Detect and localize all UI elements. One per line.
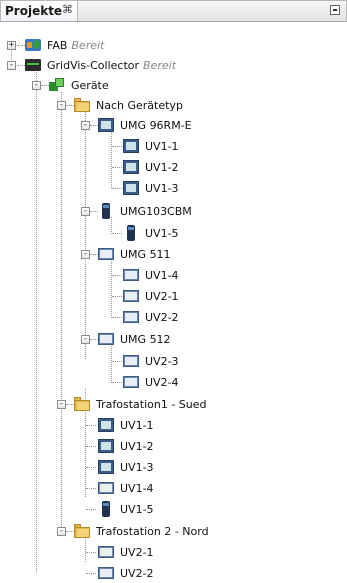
tree-node-label: UV1-1	[120, 418, 154, 432]
tree-node-device[interactable]: UV1-5	[97, 499, 154, 519]
tree-node-label: UV2-2	[145, 310, 179, 324]
tree-node-label: UV2-2	[120, 566, 154, 580]
tree-node-device[interactable]: UV1-4	[97, 478, 154, 498]
umg103-icon	[97, 500, 115, 518]
umg511-icon	[97, 543, 115, 561]
tree-node-label: UV2-3	[145, 354, 179, 368]
tree-node-label: UV1-3	[120, 460, 154, 474]
tree-node-label: UMG 96RM-E	[120, 118, 192, 132]
collapse-umg103cbm[interactable]: -	[81, 207, 90, 216]
tree-node-device[interactable]: UV1-2	[122, 157, 179, 177]
tree-node-trafostation1-sued[interactable]: Trafostation1 - Sued	[73, 394, 207, 414]
tree-node-device[interactable]: UV1-4	[122, 265, 179, 285]
collapse-gridvis-collector[interactable]: -	[7, 61, 16, 70]
collapse-trafostation2[interactable]: -	[57, 527, 66, 536]
umg511-icon	[122, 373, 140, 391]
tree-node-umg511[interactable]: UMG 511	[97, 244, 171, 264]
tree-node-label: UV2-1	[145, 289, 179, 303]
collapse-geraete[interactable]: -	[32, 81, 41, 90]
tree-node-label: Trafostation 2 - Nord	[96, 524, 209, 538]
tab-projekte[interactable]: Projekte ⌘	[1, 1, 78, 21]
tree-node-device[interactable]: UV2-2	[97, 563, 154, 583]
umg96-icon	[97, 416, 115, 434]
tree-node-label: UMG103CBM	[120, 204, 192, 218]
umg103-icon	[122, 224, 140, 242]
panel-header: Projekte ⌘	[0, 0, 347, 22]
tree-node-device[interactable]: UV2-4	[122, 372, 179, 392]
tree-node-label: UV1-1	[145, 139, 179, 153]
collector-icon	[24, 56, 42, 74]
tree-node-label: Nach Gerätetyp	[96, 98, 183, 112]
tree-node-device[interactable]: UV1-3	[97, 457, 154, 477]
tree-node-label: UV2-4	[145, 375, 179, 389]
tree-node-label: UV1-4	[145, 268, 179, 282]
tree-node-device[interactable]: UV1-2	[97, 436, 154, 456]
collapse-umg512[interactable]: -	[81, 335, 90, 344]
folder-icon	[73, 522, 91, 540]
umg103-icon	[97, 202, 115, 220]
tree-node-label: FAB	[47, 38, 68, 52]
expand-fab[interactable]: +	[7, 41, 16, 50]
tree-node-device[interactable]: UV2-1	[122, 286, 179, 306]
tree-node-device[interactable]: UV1-5	[122, 223, 179, 243]
tree-node-label: UV2-1	[120, 545, 154, 559]
tree-node-label: Trafostation1 - Sued	[96, 397, 207, 411]
project-tree: + - - - - - - - - - FAB Bereit GridVis-C…	[0, 21, 347, 580]
tree-node-device[interactable]: UV2-3	[122, 351, 179, 371]
tree-node-label: UV1-5	[120, 502, 154, 516]
tree-node-label: GridVis-Collector	[47, 58, 140, 72]
folder-icon	[73, 96, 91, 114]
umg511-icon	[122, 308, 140, 326]
collapse-trafostation1[interactable]: -	[57, 400, 66, 409]
minimize-icon[interactable]	[330, 5, 340, 15]
umg96-icon	[97, 116, 115, 134]
tree-node-device[interactable]: UV2-1	[97, 542, 154, 562]
umg511-icon	[122, 352, 140, 370]
tree-node-fab[interactable]: FAB Bereit	[24, 35, 104, 55]
collapse-umg96rme[interactable]: -	[81, 121, 90, 130]
tree-node-trafostation2-nord[interactable]: Trafostation 2 - Nord	[73, 521, 209, 541]
tree-node-label: UMG 511	[120, 247, 171, 261]
tree-node-device[interactable]: UV2-2	[122, 307, 179, 327]
close-icon[interactable]: ⌘	[62, 3, 73, 16]
project-icon	[24, 36, 42, 54]
tree-node-gridvis-collector[interactable]: GridVis-Collector Bereit	[24, 55, 176, 75]
tree-node-umg96rme[interactable]: UMG 96RM-E	[97, 115, 192, 135]
tree-node-label: UV1-3	[145, 181, 179, 195]
status-text: Bereit	[143, 58, 177, 72]
tree-node-label: UV1-5	[145, 226, 179, 240]
umg511-icon	[122, 266, 140, 284]
umg96-icon	[122, 179, 140, 197]
umg511-icon	[97, 330, 115, 348]
tree-node-nach-geraetetyp[interactable]: Nach Gerätetyp	[73, 95, 183, 115]
umg511-icon	[97, 245, 115, 263]
devices-icon	[48, 76, 66, 94]
tree-node-device[interactable]: UV1-1	[122, 136, 179, 156]
tree-node-label: UV1-2	[145, 160, 179, 174]
folder-icon	[73, 395, 91, 413]
tree-node-label: Geräte	[71, 78, 109, 92]
tree-node-geraete[interactable]: Geräte	[48, 75, 109, 95]
umg511-icon	[97, 479, 115, 497]
status-text: Bereit	[71, 38, 105, 52]
collapse-umg511[interactable]: -	[81, 250, 90, 259]
tree-node-umg103cbm[interactable]: UMG103CBM	[97, 201, 192, 221]
tree-node-label: UV1-2	[120, 439, 154, 453]
umg96-icon	[122, 158, 140, 176]
tree-node-label: UMG 512	[120, 332, 171, 346]
panel-title: Projekte	[5, 4, 63, 18]
umg511-icon	[122, 287, 140, 305]
umg96-icon	[122, 137, 140, 155]
tree-node-umg512[interactable]: UMG 512	[97, 329, 171, 349]
collapse-nach-geraetetyp[interactable]: -	[57, 101, 66, 110]
tree-node-device[interactable]: UV1-3	[122, 178, 179, 198]
umg511-icon	[97, 564, 115, 582]
umg96-icon	[97, 437, 115, 455]
tree-node-device[interactable]: UV1-1	[97, 415, 154, 435]
umg96-icon	[97, 458, 115, 476]
tree-node-label: UV1-4	[120, 481, 154, 495]
